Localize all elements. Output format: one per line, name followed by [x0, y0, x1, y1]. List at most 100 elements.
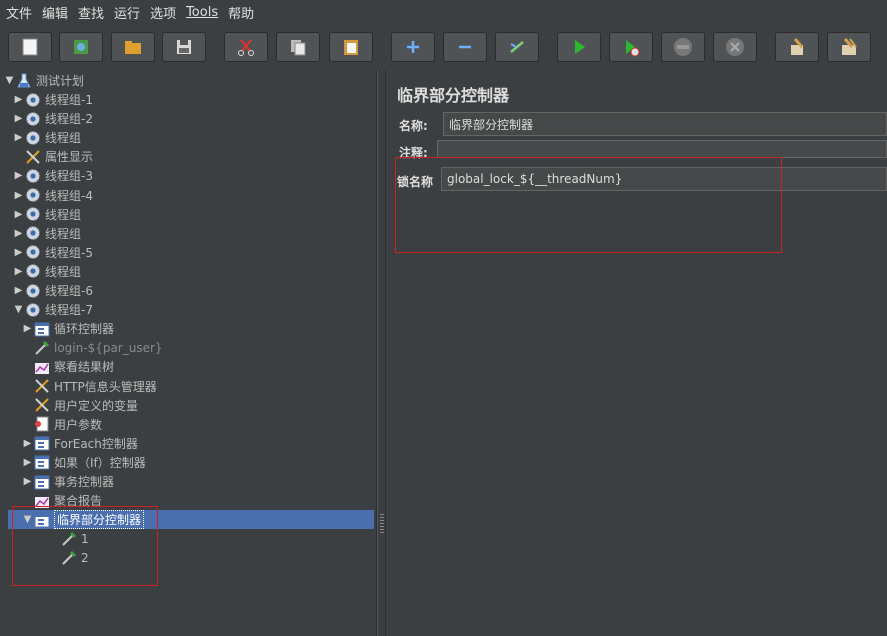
chevron-right-icon[interactable]: ▶: [22, 457, 33, 468]
menu-edit[interactable]: 编辑: [40, 3, 76, 22]
chevron-right-icon[interactable]: ▶: [13, 247, 24, 258]
tree-node[interactable]: ▶ 线程组-2: [13, 109, 93, 128]
chevron-down-icon[interactable]: ▼: [13, 304, 24, 315]
tree-node[interactable]: ▶ 线程组-6: [13, 281, 93, 300]
paste-button[interactable]: [329, 32, 373, 62]
menu-help[interactable]: 帮助: [226, 3, 262, 22]
tree-node[interactable]: 察看结果树: [22, 357, 114, 376]
tree-node-label: 线程组-3: [45, 169, 93, 184]
chevron-right-icon[interactable]: ▶: [13, 94, 24, 105]
tree-node-label: HTTP信息头管理器: [54, 379, 157, 394]
tree-node-label: 线程组-1: [45, 93, 93, 107]
tree-node[interactable]: 用户定义的变量: [22, 396, 138, 415]
tree-node-label: 用户参数: [54, 417, 103, 432]
cut-button[interactable]: [224, 32, 268, 62]
tree-node[interactable]: ▶ 线程组-1: [13, 90, 93, 109]
gear-icon: [24, 186, 42, 204]
split-pane-divider[interactable]: [377, 70, 386, 636]
flask-icon: [15, 72, 33, 90]
chevron-right-icon[interactable]: ▶: [22, 438, 33, 449]
stop-icon: [674, 38, 692, 56]
save-button[interactable]: [162, 32, 206, 62]
menu-file[interactable]: 文件: [4, 3, 40, 22]
chevron-right-icon[interactable]: ▶: [13, 228, 24, 239]
save-icon: [177, 40, 191, 54]
clear-button[interactable]: [775, 32, 819, 62]
chevron-right-icon[interactable]: ▶: [13, 209, 24, 220]
name-label: 名称:: [399, 119, 428, 133]
menu-search[interactable]: 查找: [76, 3, 112, 22]
chevron-right-icon[interactable]: ▶: [13, 170, 24, 181]
templates-icon: [74, 40, 88, 54]
tree-node[interactable]: ▶ 如果（If）控制器: [22, 453, 146, 472]
expand-all-button[interactable]: [391, 32, 435, 62]
tree-root[interactable]: ▼ 测试计划: [4, 71, 84, 90]
toolbar: [0, 28, 887, 68]
tree-node[interactable]: ▶ 线程组: [13, 262, 81, 281]
tree-node[interactable]: 属性显示: [13, 147, 93, 166]
chevron-right-icon[interactable]: ▶: [13, 285, 24, 296]
new-button[interactable]: [8, 32, 52, 62]
comment-field[interactable]: [437, 140, 887, 158]
tree-node-label: 线程组: [45, 264, 82, 279]
collapse-all-button[interactable]: [443, 32, 487, 62]
toggle-button[interactable]: [495, 32, 539, 62]
menu-tools[interactable]: Tools: [184, 5, 226, 20]
shutdown-button[interactable]: [713, 32, 757, 62]
tree-node-label: ForEach控制器: [54, 436, 138, 451]
open-button[interactable]: [111, 32, 155, 62]
tree-node-label: 线程组: [45, 226, 82, 241]
chevron-right-icon[interactable]: ▶: [13, 113, 24, 124]
tree-node-label: 如果（If）控制器: [54, 455, 146, 470]
clear-all-button[interactable]: [827, 32, 871, 62]
chevron-right-icon[interactable]: ▶: [22, 476, 33, 487]
tree-node-label: 察看结果树: [54, 360, 115, 375]
tree-node[interactable]: login-${par_user}: [22, 338, 163, 357]
chevron-down-icon[interactable]: ▼: [4, 75, 15, 86]
clear-all-icon: [842, 38, 857, 55]
tree-node[interactable]: HTTP信息头管理器: [22, 377, 157, 396]
open-icon: [125, 41, 141, 54]
expand-icon: [407, 41, 419, 53]
copy-button[interactable]: [276, 32, 320, 62]
tree-node[interactable]: 用户参数: [22, 415, 102, 434]
tree-node[interactable]: ▶ 线程组: [13, 224, 81, 243]
tree-node[interactable]: ▶ 事务控制器: [22, 472, 114, 491]
tree-node[interactable]: ▶ 线程组-3: [13, 166, 93, 185]
gear-icon: [24, 243, 42, 261]
shutdown-icon: [726, 38, 744, 56]
tree-node[interactable]: ▶ 循环控制器: [22, 319, 114, 338]
controller-icon: [33, 434, 51, 452]
tree-node-label: 线程组: [45, 207, 82, 222]
chevron-right-icon[interactable]: ▶: [13, 190, 24, 201]
chevron-right-icon[interactable]: ▶: [13, 266, 24, 277]
stop-button[interactable]: [661, 32, 705, 62]
chevron-right-icon[interactable]: ▶: [13, 132, 24, 143]
tree-node-label: 循环控制器: [54, 322, 115, 337]
start-no-pause-icon: [626, 40, 640, 57]
tree-node-label: 线程组-2: [45, 112, 93, 127]
start-no-pauses-button[interactable]: [609, 32, 653, 62]
collapse-icon: [459, 45, 471, 49]
page-title: 临界部分控制器: [397, 86, 510, 105]
tree-node[interactable]: ▶ 线程组-5: [13, 243, 93, 262]
tree-node[interactable]: ▶ 线程组-4: [13, 186, 93, 205]
menu-run[interactable]: 运行: [112, 3, 148, 22]
start-button[interactable]: [557, 32, 601, 62]
test-plan-tree: ▼ 测试计划 ▶ 线程组-1 ▶ 线程组-2 ▶ 线程组 属性显示 ▶ 线程组-3 ▶ 线程组-4 ▶…: [0, 70, 377, 636]
templates-button[interactable]: [59, 32, 103, 62]
gear-icon: [24, 167, 42, 185]
chevron-right-icon[interactable]: ▶: [22, 323, 33, 334]
tree-node[interactable]: ▶ 线程组: [13, 205, 81, 224]
tree-node-label: login-${par_user}: [54, 340, 163, 355]
new-icon: [22, 38, 38, 56]
menu-options[interactable]: 选项: [148, 3, 184, 22]
tree-node[interactable]: ▶ ForEach控制器: [22, 434, 138, 453]
critical-section-controller-panel: 临界部分控制器 名称: 临界部分控制器 注释: 锁名称 global_lock_…: [387, 70, 887, 636]
paste-icon: [344, 40, 358, 55]
name-field[interactable]: 临界部分控制器: [443, 112, 887, 136]
tree-node[interactable]: ▶ 线程组: [13, 128, 81, 147]
gear-icon: [24, 282, 42, 300]
tree-node[interactable]: ▼ 线程组-7: [13, 300, 93, 319]
chart-icon: [33, 358, 51, 376]
